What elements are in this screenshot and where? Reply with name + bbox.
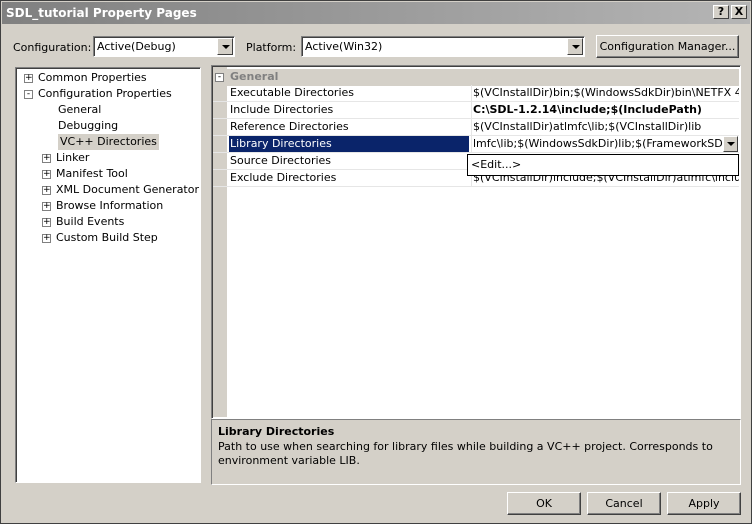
property-value[interactable]: lmfc\lib;$(WindowsSdkDir)lib;$(Framework… [471, 136, 723, 152]
expand-icon[interactable]: + [24, 74, 33, 83]
property-row[interactable]: Executable Directories $(VCInstallDir)bin… [213, 85, 739, 102]
ok-button[interactable]: OK [507, 492, 581, 515]
property-value: $(VCInstallDir)atlmfc\lib;$(VCInstallDir… [471, 119, 739, 135]
title-bar[interactable]: SDL_tutorial Property Pages ? X [2, 2, 750, 24]
property-name: Source Directories [230, 154, 332, 167]
help-icon: ? [717, 5, 725, 18]
tree-item[interactable]: Linker [56, 150, 89, 166]
tree-item[interactable]: Common Properties [38, 70, 147, 86]
tree-item[interactable]: Custom Build Step [56, 230, 158, 246]
property-name: Include Directories [230, 103, 334, 116]
tree-item[interactable]: Debugging [58, 118, 118, 134]
property-pages-window: SDL_tutorial Property Pages ? X Configur… [0, 0, 752, 524]
close-button[interactable]: X [731, 5, 747, 19]
edit-option[interactable]: <Edit...> [471, 158, 521, 171]
category-row[interactable]: - General [213, 69, 739, 86]
tree-item[interactable]: General [58, 102, 101, 118]
expand-icon[interactable]: + [42, 218, 51, 227]
help-button[interactable]: ? [713, 5, 729, 19]
configuration-label: Configuration: [13, 41, 92, 54]
chevron-down-icon[interactable] [723, 136, 738, 152]
edit-dropdown-list[interactable]: <Edit...> [467, 154, 739, 176]
property-tree: + Common Properties - Configuration Propert… [15, 67, 201, 483]
category-label: General [230, 70, 279, 83]
platform-dropdown[interactable]: Active(Win32) [301, 36, 585, 57]
tree-item[interactable]: Build Events [56, 214, 124, 230]
platform-label: Platform: [246, 41, 297, 54]
expand-icon[interactable]: + [42, 154, 51, 163]
property-name: Library Directories [229, 136, 469, 152]
property-row[interactable]: Include Directories C:\SDL-1.2.14\include… [213, 102, 739, 119]
expand-icon[interactable]: + [42, 186, 51, 195]
expand-icon[interactable]: + [42, 170, 51, 179]
property-row[interactable]: Library Directories lmfc\lib;$(WindowsSdk… [213, 136, 739, 153]
property-value: $(VCInstallDir)bin;$(WindowsSdkDir)bin\N… [471, 85, 739, 101]
tree-item[interactable]: Browse Information [56, 198, 163, 214]
tree-item[interactable]: VC++ Directories [58, 134, 159, 150]
tree-item[interactable]: Configuration Properties [38, 86, 172, 102]
expand-icon[interactable]: + [42, 234, 51, 243]
platform-value: Active(Win32) [305, 40, 383, 53]
tree-item[interactable]: Manifest Tool [56, 166, 128, 182]
configuration-value: Active(Debug) [97, 40, 176, 53]
property-name: Executable Directories [230, 86, 355, 99]
collapse-icon[interactable]: - [24, 90, 33, 99]
collapse-icon[interactable]: - [215, 73, 224, 82]
description-frame [211, 419, 741, 485]
configuration-dropdown[interactable]: Active(Debug) [93, 36, 235, 57]
property-row[interactable]: Reference Directories $(VCInstallDir)atlm… [213, 119, 739, 136]
apply-button[interactable]: Apply [667, 492, 741, 515]
property-value: C:\SDL-1.2.14\include;$(IncludePath) [471, 102, 739, 118]
window-title: SDL_tutorial Property Pages [6, 6, 197, 20]
configuration-manager-button[interactable]: Configuration Manager... [596, 35, 739, 58]
arrow-glyph [727, 142, 735, 146]
cancel-button[interactable]: Cancel [587, 492, 661, 515]
tree-item[interactable]: XML Document Generator [56, 182, 199, 198]
property-name: Reference Directories [230, 120, 349, 133]
expand-icon[interactable]: + [42, 202, 51, 211]
property-grid: - General Executable Directories $(VCInst… [213, 67, 739, 417]
property-name: Exclude Directories [230, 171, 337, 184]
close-icon: X [734, 5, 744, 18]
chevron-down-icon[interactable] [567, 38, 583, 55]
chevron-down-icon[interactable] [217, 38, 233, 55]
